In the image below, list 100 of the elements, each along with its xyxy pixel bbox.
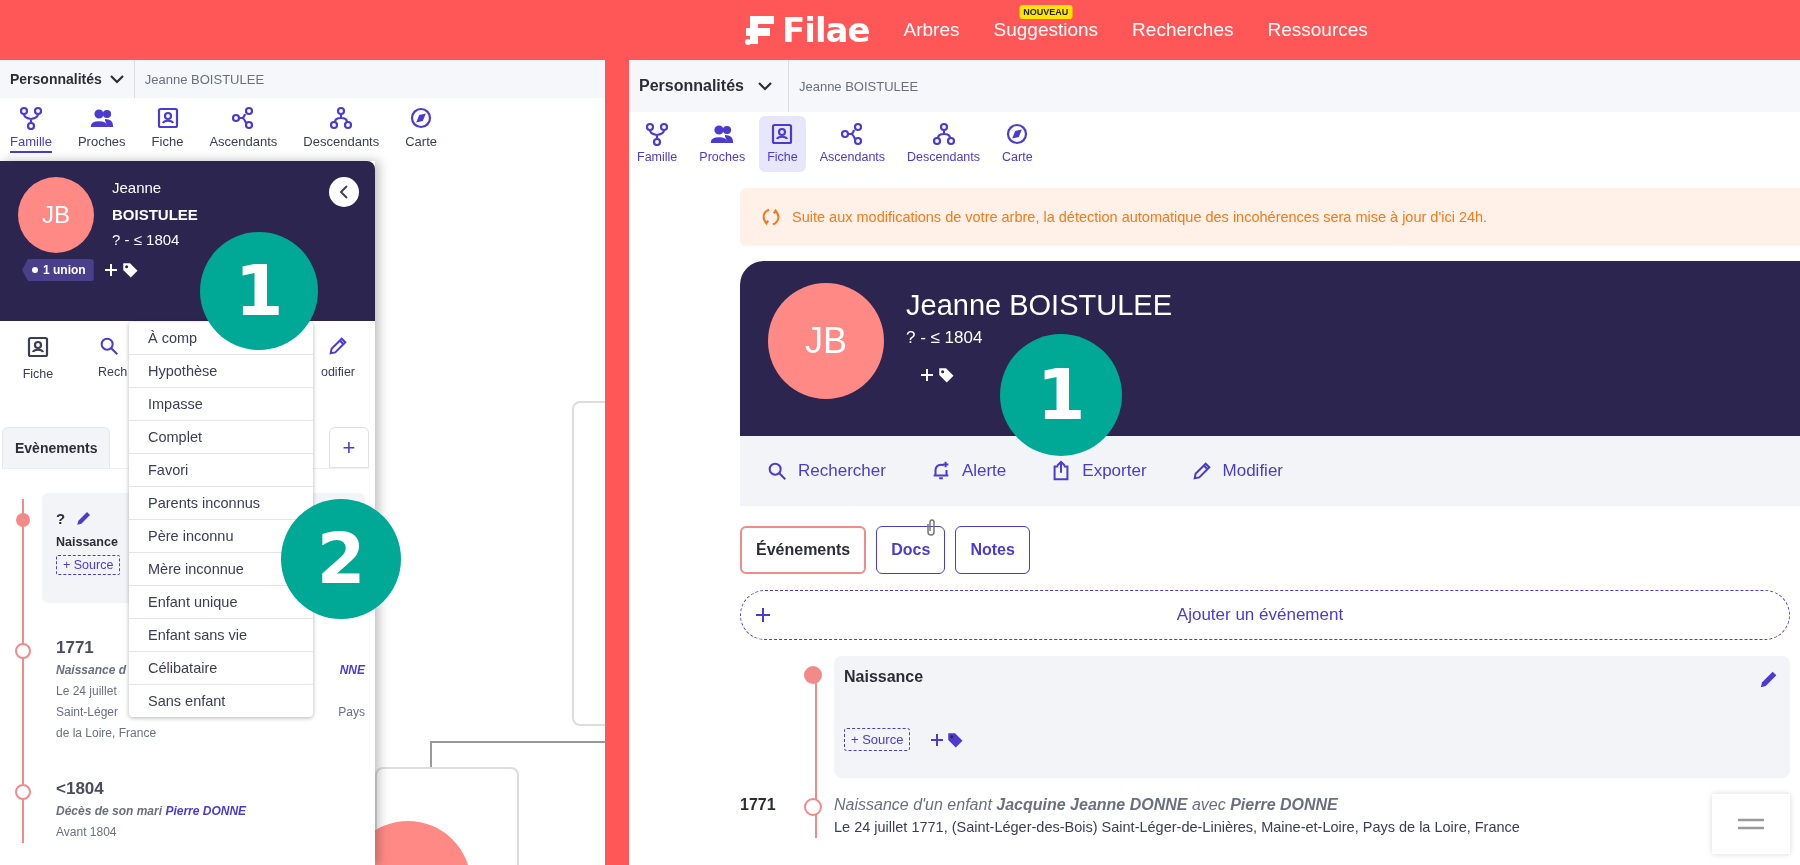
search-icon (98, 335, 120, 357)
chevron-down-icon (757, 81, 772, 91)
category-dropdown[interactable]: Personnalités (629, 60, 788, 112)
menu-item[interactable]: Enfant unique (148, 594, 238, 610)
hierarchy-icon (329, 106, 354, 130)
event-title: Naissance (844, 668, 924, 687)
action-button[interactable]: Rech (98, 335, 128, 397)
menu-item[interactable]: Hypothèse (148, 363, 218, 379)
person-link[interactable]: Pierre DONNE (165, 801, 247, 822)
view-tab[interactable]: Famille (0, 102, 62, 157)
event-description: Naissance d'un enfant Jacquine Jeanne DONNE avec Pierre DONNE (834, 795, 1339, 815)
tab[interactable]: Evènements (2, 427, 111, 468)
view-tab[interactable]: Fiche (141, 102, 194, 157)
category-dropdown[interactable]: Personnalités (0, 60, 134, 98)
action-button[interactable]: odifier (320, 335, 355, 397)
search-icon (766, 460, 788, 482)
view-tab[interactable]: Descendants (899, 116, 989, 172)
sync-icon (760, 206, 782, 228)
person-name: Jeanne BOISTULEE (797, 78, 919, 94)
add-tag-button[interactable] (920, 366, 955, 384)
tab[interactable]: Docs (876, 526, 946, 574)
menu-item[interactable]: Sans enfant (148, 693, 226, 709)
action-button[interactable]: Rechercher (766, 460, 886, 482)
action-button[interactable]: Fiche (14, 335, 62, 397)
view-tab[interactable]: Proches (691, 116, 754, 172)
timeline-dot (804, 798, 822, 816)
plus-icon (920, 368, 934, 382)
first-name: Jeanne (112, 179, 163, 196)
avatar: JB (768, 283, 884, 399)
event-detail: Saint-Léger (56, 704, 119, 721)
add-source-button[interactable]: + Source (56, 555, 121, 575)
contact-card-icon (155, 106, 180, 130)
contact-card-icon (26, 335, 50, 359)
view-tab[interactable]: Proches (67, 102, 136, 157)
plus-icon (930, 732, 945, 747)
menu-item[interactable]: Père inconnu (148, 528, 234, 544)
add-tag-button[interactable] (103, 261, 139, 279)
tab[interactable]: Notes (955, 526, 1030, 574)
action-button[interactable]: Modifier (1190, 460, 1283, 482)
view-tab[interactable]: Fiche (759, 116, 806, 172)
union-tag[interactable]: 1 union (22, 259, 94, 281)
event-detail: Avant 1804 (56, 824, 117, 841)
event-date: 1771 (740, 796, 777, 815)
menu-item[interactable]: Favori (148, 462, 189, 478)
menu-item[interactable]: Enfant sans vie (148, 627, 248, 643)
view-tab[interactable]: Ascendants (199, 102, 288, 157)
plus-icon (755, 607, 771, 623)
add-tab-button[interactable]: + (329, 427, 369, 468)
timeline-dot (15, 784, 31, 800)
menu-item[interactable]: Parents inconnus (148, 495, 261, 511)
tag-icon (946, 730, 965, 749)
event-detail: Le 24 juillet 1771, (Saint-Léger-des-Bois) Saint-Léger-de-Linières, Maine-et-Loire, Pays de la Loire, France (834, 818, 1521, 837)
tag-icon (937, 366, 955, 384)
new-badge: NOUVEAU (1019, 5, 1073, 19)
view-tab[interactable]: Carte (395, 102, 448, 157)
view-tab[interactable]: Ascendants (811, 116, 894, 172)
life-dates: ? - ≤ 1804 (906, 328, 984, 348)
hierarchy-icon (931, 122, 956, 146)
add-tag-button[interactable] (930, 730, 965, 749)
menu-item[interactable]: Célibataire (148, 660, 218, 676)
drag-handle[interactable] (1712, 794, 1790, 854)
menu-item[interactable]: À comp (148, 330, 198, 346)
event-date: ? (56, 509, 66, 527)
add-source-button[interactable]: + Source (844, 728, 911, 751)
timeline-dot (804, 666, 822, 684)
menu-item[interactable]: Impasse (148, 396, 203, 412)
action-button[interactable]: Alerte (929, 460, 1007, 482)
event-title: Naissance (56, 535, 118, 549)
event-date: <1804 (56, 778, 104, 799)
tab[interactable]: Événements (740, 526, 867, 574)
last-name: BOISTULEE (112, 206, 198, 223)
fork-icon (18, 106, 43, 130)
timeline-dot (16, 513, 30, 527)
view-tab[interactable]: Descendants (293, 102, 390, 157)
tag-icon (120, 261, 139, 279)
view-tab[interactable]: Carte (994, 116, 1041, 172)
people-icon (89, 106, 114, 130)
compass-icon (409, 106, 434, 130)
view-tab[interactable]: Famille (629, 116, 686, 172)
person-link[interactable]: NNE (339, 660, 365, 681)
chevron-down-icon (109, 74, 124, 84)
logo-text: Filae (782, 10, 870, 50)
menu-item[interactable]: Mère inconnue (148, 561, 244, 577)
collapse-button[interactable] (329, 177, 359, 207)
fork-icon (645, 122, 670, 146)
people-icon (710, 122, 735, 146)
menu-icon (1737, 818, 1765, 830)
action-button[interactable]: Exporter (1050, 460, 1147, 482)
menu-item[interactable]: Complet (148, 429, 202, 445)
event-description: Naissance d (56, 662, 127, 679)
plus-icon (103, 263, 118, 277)
contact-card-icon (770, 122, 795, 146)
event-description: Décès de son mari Pierre DONNE (56, 801, 247, 822)
person-name: Jeanne BOISTULEE (143, 71, 265, 87)
life-dates: ? - ≤ 1804 (112, 231, 181, 248)
event-detail: Le 24 juillet (56, 683, 117, 700)
event-date: 1771 (56, 637, 94, 658)
chevron-left-icon (339, 185, 349, 199)
avatar: JB (18, 177, 94, 253)
pencil-icon (1190, 460, 1213, 482)
